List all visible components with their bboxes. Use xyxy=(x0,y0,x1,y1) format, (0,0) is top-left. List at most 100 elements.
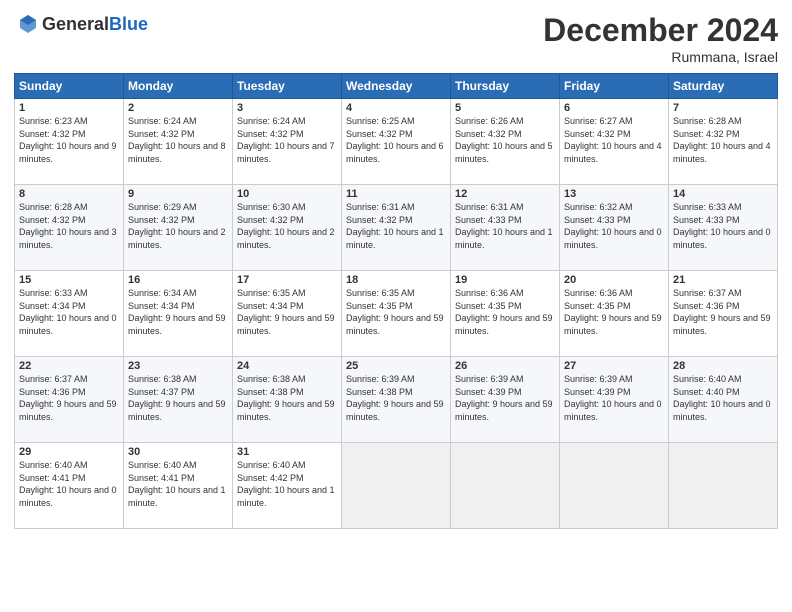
day-info: Sunrise: 6:23 AMSunset: 4:32 PMDaylight:… xyxy=(19,115,119,165)
table-row: 8Sunrise: 6:28 AMSunset: 4:32 PMDaylight… xyxy=(15,185,124,271)
table-row: 20Sunrise: 6:36 AMSunset: 4:35 PMDayligh… xyxy=(560,271,669,357)
location: Rummana, Israel xyxy=(543,49,778,65)
day-info: Sunrise: 6:40 AMSunset: 4:41 PMDaylight:… xyxy=(19,459,119,509)
day-info: Sunrise: 6:32 AMSunset: 4:33 PMDaylight:… xyxy=(564,201,664,251)
day-info: Sunrise: 6:35 AMSunset: 4:35 PMDaylight:… xyxy=(346,287,446,337)
table-row: 10Sunrise: 6:30 AMSunset: 4:32 PMDayligh… xyxy=(233,185,342,271)
table-row: 16Sunrise: 6:34 AMSunset: 4:34 PMDayligh… xyxy=(124,271,233,357)
day-info: Sunrise: 6:38 AMSunset: 4:38 PMDaylight:… xyxy=(237,373,337,423)
day-number: 18 xyxy=(346,274,446,286)
calendar-week-row: 22Sunrise: 6:37 AMSunset: 4:36 PMDayligh… xyxy=(15,357,778,443)
col-friday: Friday xyxy=(560,74,669,99)
logo-general: General xyxy=(42,14,109,35)
logo: GeneralBlue xyxy=(14,12,148,36)
table-row: 28Sunrise: 6:40 AMSunset: 4:40 PMDayligh… xyxy=(669,357,778,443)
table-row: 23Sunrise: 6:38 AMSunset: 4:37 PMDayligh… xyxy=(124,357,233,443)
calendar-week-row: 8Sunrise: 6:28 AMSunset: 4:32 PMDaylight… xyxy=(15,185,778,271)
day-info: Sunrise: 6:33 AMSunset: 4:34 PMDaylight:… xyxy=(19,287,119,337)
day-number: 30 xyxy=(128,446,228,458)
table-row: 29Sunrise: 6:40 AMSunset: 4:41 PMDayligh… xyxy=(15,443,124,529)
day-number: 24 xyxy=(237,360,337,372)
day-info: Sunrise: 6:31 AMSunset: 4:33 PMDaylight:… xyxy=(455,201,555,251)
day-info: Sunrise: 6:24 AMSunset: 4:32 PMDaylight:… xyxy=(237,115,337,165)
month-year: December 2024 xyxy=(543,12,778,49)
day-number: 7 xyxy=(673,102,773,114)
col-wednesday: Wednesday xyxy=(342,74,451,99)
day-info: Sunrise: 6:37 AMSunset: 4:36 PMDaylight:… xyxy=(673,287,773,337)
day-number: 6 xyxy=(564,102,664,114)
day-info: Sunrise: 6:36 AMSunset: 4:35 PMDaylight:… xyxy=(455,287,555,337)
calendar-week-row: 29Sunrise: 6:40 AMSunset: 4:41 PMDayligh… xyxy=(15,443,778,529)
day-number: 17 xyxy=(237,274,337,286)
table-row: 24Sunrise: 6:38 AMSunset: 4:38 PMDayligh… xyxy=(233,357,342,443)
day-info: Sunrise: 6:31 AMSunset: 4:32 PMDaylight:… xyxy=(346,201,446,251)
table-row: 19Sunrise: 6:36 AMSunset: 4:35 PMDayligh… xyxy=(451,271,560,357)
table-row: 22Sunrise: 6:37 AMSunset: 4:36 PMDayligh… xyxy=(15,357,124,443)
day-info: Sunrise: 6:28 AMSunset: 4:32 PMDaylight:… xyxy=(19,201,119,251)
table-row: 6Sunrise: 6:27 AMSunset: 4:32 PMDaylight… xyxy=(560,99,669,185)
table-row: 18Sunrise: 6:35 AMSunset: 4:35 PMDayligh… xyxy=(342,271,451,357)
day-number: 15 xyxy=(19,274,119,286)
table-row: 26Sunrise: 6:39 AMSunset: 4:39 PMDayligh… xyxy=(451,357,560,443)
calendar-week-row: 15Sunrise: 6:33 AMSunset: 4:34 PMDayligh… xyxy=(15,271,778,357)
month-title: December 2024 Rummana, Israel xyxy=(543,12,778,65)
day-number: 16 xyxy=(128,274,228,286)
col-thursday: Thursday xyxy=(451,74,560,99)
header: GeneralBlue December 2024 Rummana, Israe… xyxy=(14,12,778,65)
table-row: 27Sunrise: 6:39 AMSunset: 4:39 PMDayligh… xyxy=(560,357,669,443)
table-row xyxy=(560,443,669,529)
calendar: Sunday Monday Tuesday Wednesday Thursday… xyxy=(14,73,778,529)
calendar-week-row: 1Sunrise: 6:23 AMSunset: 4:32 PMDaylight… xyxy=(15,99,778,185)
day-info: Sunrise: 6:34 AMSunset: 4:34 PMDaylight:… xyxy=(128,287,228,337)
day-number: 8 xyxy=(19,188,119,200)
day-info: Sunrise: 6:40 AMSunset: 4:42 PMDaylight:… xyxy=(237,459,337,509)
day-number: 4 xyxy=(346,102,446,114)
table-row: 5Sunrise: 6:26 AMSunset: 4:32 PMDaylight… xyxy=(451,99,560,185)
table-row: 13Sunrise: 6:32 AMSunset: 4:33 PMDayligh… xyxy=(560,185,669,271)
table-row: 12Sunrise: 6:31 AMSunset: 4:33 PMDayligh… xyxy=(451,185,560,271)
logo-blue: Blue xyxy=(109,14,148,35)
logo-icon xyxy=(16,12,40,36)
day-info: Sunrise: 6:28 AMSunset: 4:32 PMDaylight:… xyxy=(673,115,773,165)
table-row: 1Sunrise: 6:23 AMSunset: 4:32 PMDaylight… xyxy=(15,99,124,185)
day-info: Sunrise: 6:33 AMSunset: 4:33 PMDaylight:… xyxy=(673,201,773,251)
day-info: Sunrise: 6:25 AMSunset: 4:32 PMDaylight:… xyxy=(346,115,446,165)
day-number: 22 xyxy=(19,360,119,372)
col-sunday: Sunday xyxy=(15,74,124,99)
day-info: Sunrise: 6:24 AMSunset: 4:32 PMDaylight:… xyxy=(128,115,228,165)
day-number: 9 xyxy=(128,188,228,200)
day-info: Sunrise: 6:39 AMSunset: 4:39 PMDaylight:… xyxy=(455,373,555,423)
day-number: 10 xyxy=(237,188,337,200)
table-row: 21Sunrise: 6:37 AMSunset: 4:36 PMDayligh… xyxy=(669,271,778,357)
day-info: Sunrise: 6:39 AMSunset: 4:39 PMDaylight:… xyxy=(564,373,664,423)
table-row: 4Sunrise: 6:25 AMSunset: 4:32 PMDaylight… xyxy=(342,99,451,185)
day-number: 27 xyxy=(564,360,664,372)
day-number: 12 xyxy=(455,188,555,200)
table-row: 31Sunrise: 6:40 AMSunset: 4:42 PMDayligh… xyxy=(233,443,342,529)
calendar-header-row: Sunday Monday Tuesday Wednesday Thursday… xyxy=(15,74,778,99)
day-info: Sunrise: 6:40 AMSunset: 4:41 PMDaylight:… xyxy=(128,459,228,509)
table-row: 30Sunrise: 6:40 AMSunset: 4:41 PMDayligh… xyxy=(124,443,233,529)
day-number: 20 xyxy=(564,274,664,286)
day-number: 31 xyxy=(237,446,337,458)
day-number: 3 xyxy=(237,102,337,114)
day-number: 23 xyxy=(128,360,228,372)
day-info: Sunrise: 6:26 AMSunset: 4:32 PMDaylight:… xyxy=(455,115,555,165)
col-monday: Monday xyxy=(124,74,233,99)
table-row: 17Sunrise: 6:35 AMSunset: 4:34 PMDayligh… xyxy=(233,271,342,357)
day-number: 14 xyxy=(673,188,773,200)
col-tuesday: Tuesday xyxy=(233,74,342,99)
day-number: 26 xyxy=(455,360,555,372)
col-saturday: Saturday xyxy=(669,74,778,99)
table-row xyxy=(451,443,560,529)
day-info: Sunrise: 6:35 AMSunset: 4:34 PMDaylight:… xyxy=(237,287,337,337)
table-row xyxy=(669,443,778,529)
table-row: 11Sunrise: 6:31 AMSunset: 4:32 PMDayligh… xyxy=(342,185,451,271)
day-info: Sunrise: 6:37 AMSunset: 4:36 PMDaylight:… xyxy=(19,373,119,423)
day-info: Sunrise: 6:36 AMSunset: 4:35 PMDaylight:… xyxy=(564,287,664,337)
day-number: 13 xyxy=(564,188,664,200)
table-row: 14Sunrise: 6:33 AMSunset: 4:33 PMDayligh… xyxy=(669,185,778,271)
day-info: Sunrise: 6:30 AMSunset: 4:32 PMDaylight:… xyxy=(237,201,337,251)
day-number: 11 xyxy=(346,188,446,200)
day-number: 5 xyxy=(455,102,555,114)
